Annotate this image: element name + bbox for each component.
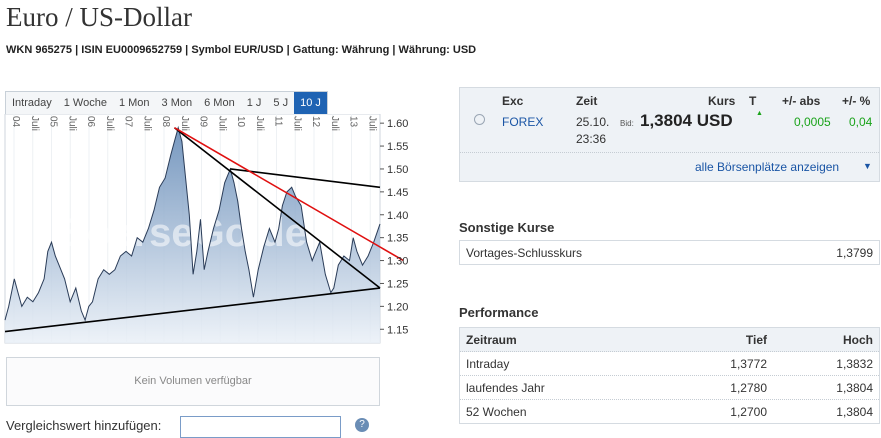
col-header-exc: Exc: [502, 94, 524, 108]
y-tick-label: 1.20: [387, 301, 408, 313]
header-period: Zeitraum: [466, 333, 517, 347]
price-chart[interactable]: 04 Juli 05 Juli 06 Juli 07 Juli 08 Juli 09 Juli 10 Ju…: [0, 114, 460, 354]
high-value: 1,3804: [836, 405, 873, 419]
low-value: 1,3772: [730, 357, 767, 371]
tab-6-mon[interactable]: 6 Mon: [198, 92, 241, 114]
x-tick-label: Juli: [66, 116, 77, 131]
y-tick-label: 1.30: [387, 256, 408, 268]
table-header-row: Zeitraum Tief Hoch: [460, 328, 879, 352]
period: Intraday: [466, 357, 510, 371]
period: laufendes Jahr: [466, 381, 545, 395]
y-axis: 1.60 1.55 1.50 1.45 1.40 1.35 1.30 1.25 1.20 1.15: [380, 118, 408, 336]
col-header-zeit: Zeit: [576, 94, 598, 108]
help-icon[interactable]: ?: [355, 418, 369, 432]
x-tick-label: Juli: [216, 116, 227, 131]
x-tick-label: 09: [198, 116, 209, 128]
x-tick-label: 13: [348, 116, 359, 128]
x-tick-label: 10: [235, 116, 246, 128]
low-value: 1,2780: [730, 381, 767, 395]
col-header-t: T: [749, 94, 757, 108]
period: 52 Wochen: [466, 405, 527, 419]
x-tick-label: Juli: [29, 116, 40, 131]
tab-10-j[interactable]: 10 J: [294, 92, 327, 114]
instrument-meta: WKN 965275 | ISIN EU0009652759 | Symbol …: [6, 44, 477, 56]
col-header-pct: +/- %: [842, 94, 871, 108]
x-tick-label: 05: [48, 116, 59, 128]
y-tick-label: 1.55: [387, 141, 408, 153]
table-row: Vortages-Schlusskurs 1,3799: [460, 241, 879, 264]
compare-label: Vergleichswert hinzufügen:: [6, 418, 162, 433]
chart-watermark: BoerseGo.de: [58, 211, 307, 255]
quote-divider: [460, 152, 879, 153]
x-tick-label: 12: [310, 116, 321, 128]
x-tick-label: 07: [123, 116, 134, 128]
tab-1-j[interactable]: 1 J: [241, 92, 268, 114]
row-label: Vortages-Schlusskurs: [466, 246, 583, 260]
x-tick-label: Juli: [366, 116, 377, 131]
x-tick-label: 06: [85, 116, 96, 128]
high-value: 1,3832: [836, 357, 873, 371]
x-tick-label: Juli: [141, 116, 152, 131]
y-tick-label: 1.50: [387, 164, 408, 176]
change-pct: 0,04: [849, 115, 873, 129]
y-tick-label: 1.35: [387, 233, 408, 245]
high-value: 1,3804: [836, 381, 873, 395]
y-tick-label: 1.45: [387, 187, 408, 199]
quote-box: Exc Zeit Kurs T +/- abs +/- % FOREX 25.1…: [459, 87, 880, 182]
quote-time: 23:36: [576, 132, 607, 146]
y-tick-label: 1.40: [387, 210, 408, 222]
low-value: 1,2700: [730, 405, 767, 419]
section-title-other-prices: Sonstige Kurse: [459, 220, 555, 235]
x-tick-label: Juli: [329, 116, 340, 131]
y-tick-label: 1.60: [387, 118, 408, 130]
y-tick-label: 1.15: [387, 324, 408, 336]
row-value: 1,3799: [836, 246, 873, 260]
x-tick-label: Juli: [254, 116, 265, 131]
quote-price: 1,3804 USD: [640, 111, 733, 130]
x-tick-label: 08: [160, 116, 171, 128]
header-low: Tief: [745, 333, 767, 347]
section-title-performance: Performance: [459, 305, 539, 320]
bid-label: Bid:: [620, 119, 634, 128]
table-row: laufendes Jahr 1,2780 1,3804: [460, 376, 879, 400]
tab-1-woche[interactable]: 1 Woche: [58, 92, 113, 114]
y-tick-label: 1.25: [387, 278, 408, 290]
tab-5-j[interactable]: 5 J: [267, 92, 294, 114]
compare-input[interactable]: [180, 416, 341, 438]
chevron-down-icon[interactable]: ▼: [863, 161, 872, 171]
x-tick-label: Juli: [104, 116, 115, 131]
exchange-link[interactable]: FOREX: [502, 115, 543, 129]
x-tick-label: 11: [273, 116, 284, 127]
trend-up-icon: ▲: [756, 110, 763, 117]
table-row: Intraday 1,3772 1,3832: [460, 352, 879, 376]
table-row: 52 Wochen 1,2700 1,3804: [460, 400, 879, 423]
x-tick-label: 04: [10, 116, 21, 128]
tab-1-mon[interactable]: 1 Mon: [113, 92, 156, 114]
tab-intraday[interactable]: Intraday: [6, 92, 58, 114]
all-exchanges-link[interactable]: alle Börsenplätze anzeigen: [695, 160, 839, 174]
x-tick-label: Juli: [291, 116, 302, 131]
performance-table: Zeitraum Tief Hoch Intraday 1,3772 1,383…: [459, 327, 880, 424]
range-tabs: Intraday 1 Woche 1 Mon 3 Mon 6 Mon 1 J 5…: [5, 91, 328, 115]
volume-placeholder: Kein Volumen verfügbar: [6, 357, 380, 406]
change-abs: 0,0005: [794, 115, 831, 129]
clock-icon: [474, 114, 485, 125]
col-header-abs: +/- abs: [782, 94, 821, 108]
col-header-kurs: Kurs: [708, 94, 736, 108]
header-high: Hoch: [843, 333, 873, 347]
quote-date: 25.10.: [576, 115, 610, 129]
other-prices-table: Vortages-Schlusskurs 1,3799: [459, 240, 880, 265]
tab-3-mon[interactable]: 3 Mon: [156, 92, 199, 114]
x-tick-label: Juli: [179, 116, 190, 131]
page-title: Euro / US-Dollar: [6, 2, 192, 32]
